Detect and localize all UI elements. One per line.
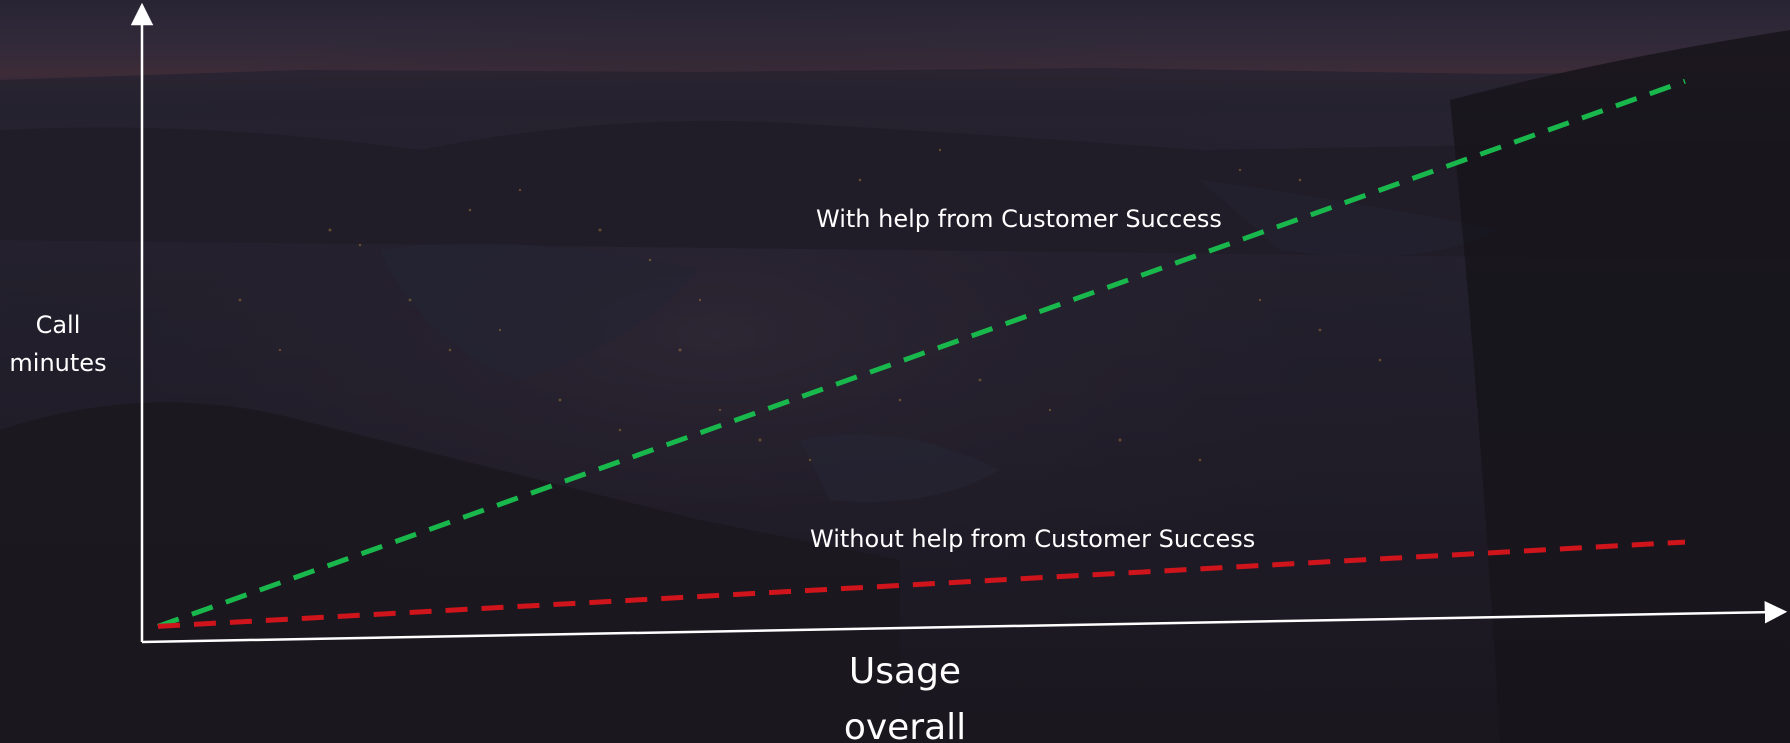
series-label-with-help: With help from Customer Success [816, 205, 1222, 233]
line-chart [130, 2, 1788, 644]
y-axis-label: Call minutes [9, 311, 107, 377]
x-axis [141, 600, 1788, 644]
series-label-without-help: Without help from Customer Success [810, 525, 1256, 553]
chart-slide: Call minutes Usage overall With help fro… [0, 0, 1790, 743]
x-axis-label: Usage overall [843, 651, 967, 743]
series-line-without-help [157, 539, 1686, 629]
